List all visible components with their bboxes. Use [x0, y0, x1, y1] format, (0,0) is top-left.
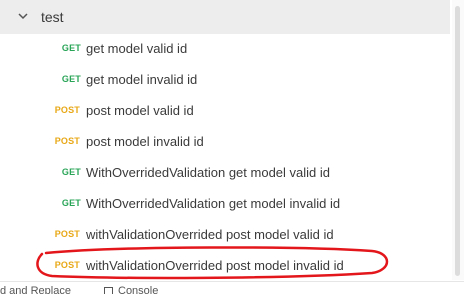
- method-badge: GET: [61, 198, 81, 208]
- request-item[interactable]: GET WithOverridedValidation get model in…: [0, 189, 450, 220]
- request-name: get model valid id: [86, 41, 188, 56]
- collection-panel: test GET get model valid id GET get mode…: [0, 0, 464, 293]
- request-name: withValidationOverrided post model valid…: [86, 227, 334, 242]
- request-item[interactable]: POST post model invalid id: [0, 127, 450, 158]
- method-badge: POST: [54, 105, 80, 115]
- method-badge: GET: [61, 167, 81, 177]
- request-name: post model valid id: [86, 103, 194, 118]
- request-item[interactable]: POST post model valid id: [0, 96, 450, 127]
- request-name: WithOverridedValidation get model valid …: [86, 165, 330, 180]
- request-name: get model invalid id: [86, 72, 198, 87]
- method-badge: POST: [54, 136, 80, 146]
- request-item[interactable]: GET WithOverridedValidation get model va…: [0, 158, 450, 189]
- request-item-highlighted[interactable]: POST withValidationOverrided post model …: [0, 251, 450, 282]
- status-bar: d and Replace Console: [0, 281, 464, 294]
- folder-name: test: [41, 9, 64, 25]
- request-item[interactable]: POST withValidationOverrided post model …: [0, 220, 450, 251]
- chevron-down-icon[interactable]: [18, 12, 28, 20]
- request-name: withValidationOverrided post model inval…: [86, 258, 344, 273]
- request-name: WithOverridedValidation get model invali…: [86, 196, 341, 211]
- method-badge: GET: [61, 43, 81, 53]
- request-name: post model invalid id: [86, 134, 204, 149]
- request-item[interactable]: GET get model valid id: [0, 34, 450, 65]
- request-item[interactable]: GET get model invalid id: [0, 65, 450, 96]
- scrollbar-thumb[interactable]: [455, 6, 460, 276]
- method-badge: GET: [61, 74, 81, 84]
- folder-row-test[interactable]: test: [0, 0, 450, 34]
- method-badge: POST: [54, 260, 80, 270]
- method-badge: POST: [54, 229, 80, 239]
